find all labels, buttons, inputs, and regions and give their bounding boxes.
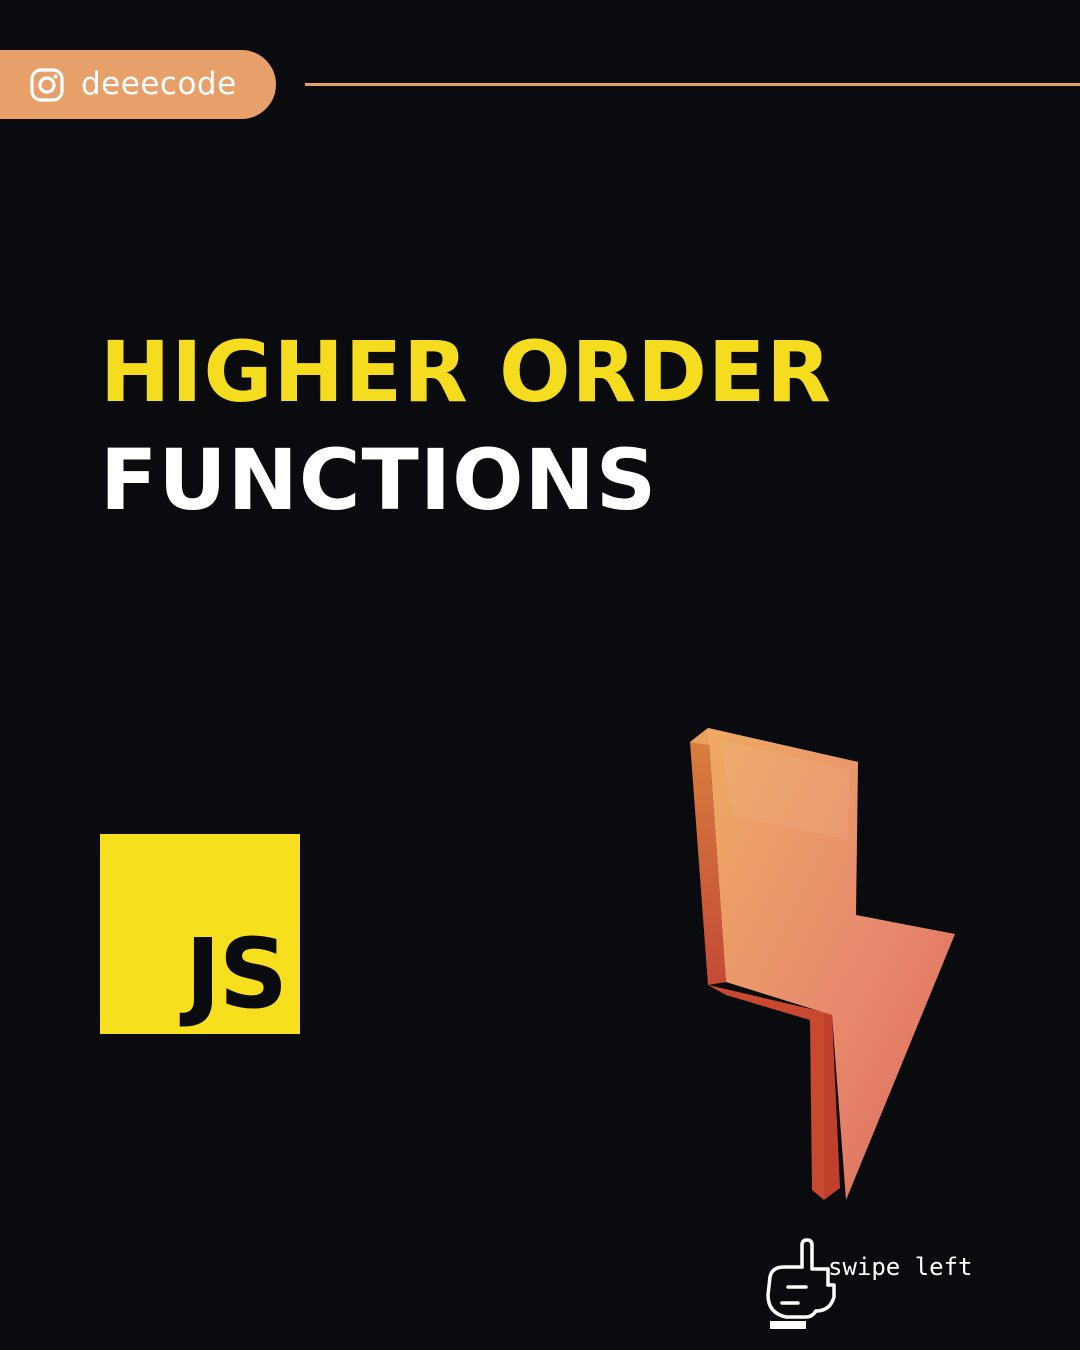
swipe-hint: swipe left xyxy=(828,1253,973,1281)
handle-text: deeecode xyxy=(81,66,237,102)
js-logo-text: JS xyxy=(185,918,288,1030)
lightning-bolt-icon xyxy=(690,728,955,1200)
page-title: HIGHER ORDER FUNCTIONS xyxy=(100,318,832,534)
js-logo: JS xyxy=(100,834,300,1034)
title-line-1: HIGHER ORDER xyxy=(100,323,832,421)
header-divider xyxy=(305,83,1080,86)
title-line-2: FUNCTIONS xyxy=(100,431,658,529)
instagram-icon xyxy=(30,68,64,102)
handle-badge[interactable]: deeecode xyxy=(0,50,276,119)
